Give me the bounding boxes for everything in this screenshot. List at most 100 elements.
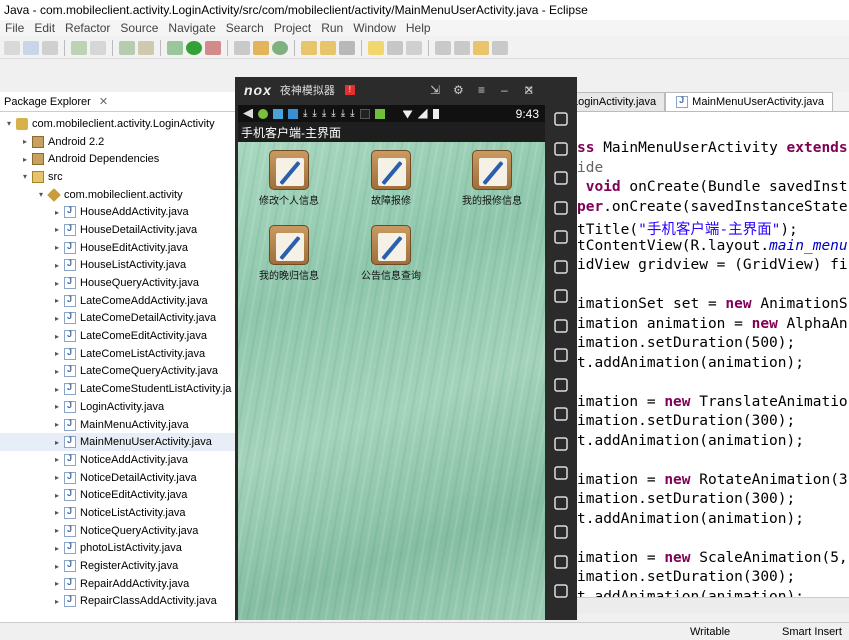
screenshot-icon[interactable] [553,406,569,421]
tree-item[interactable]: ▸ HouseEditActivity.java [0,239,235,257]
tree-item[interactable]: ▸ RepairAddActivity.java [0,575,235,593]
code-editor[interactable]: ss MainMenuUserActivity extends ide void … [545,112,849,597]
menu-file[interactable]: File [0,21,29,35]
tree-item[interactable]: ▸ LateComeEditActivity.java [0,327,235,345]
expand-toggle-icon[interactable]: ▸ [52,367,62,376]
back-icon[interactable] [553,524,569,539]
expand-toggle-icon[interactable]: ▸ [52,225,62,234]
menu-dots-icon[interactable] [553,111,569,126]
expand-toggle-icon[interactable]: ▾ [36,190,46,199]
expand-toggle-icon[interactable]: ▸ [52,420,62,429]
show-whitespace-icon[interactable] [387,40,403,55]
grid-item-repair-report[interactable]: 故障报修 [341,150,441,207]
expand-toggle-icon[interactable]: ▸ [52,208,62,217]
alert-badge-icon[interactable]: ! [344,85,355,95]
editor-tab[interactable]: MainMenuUserActivity.java [665,92,834,111]
scissors-icon[interactable] [553,200,569,215]
home-icon[interactable] [553,554,569,569]
volume-up-icon[interactable] [553,318,569,333]
expand-toggle-icon[interactable]: ▸ [52,402,62,411]
minimize-icon[interactable]: – [501,83,508,97]
tree-item[interactable]: ▸ NoticeListActivity.java [0,504,235,522]
expand-toggle-icon[interactable]: ▸ [52,562,62,571]
expand-toggle-icon[interactable]: ▸ [52,332,62,341]
expand-toggle-icon[interactable]: ▸ [52,491,62,500]
tree-item[interactable]: ▸ LateComeListActivity.java [0,345,235,363]
phone-shake-icon[interactable] [553,141,569,156]
expand-toggle-icon[interactable]: ▸ [52,314,62,323]
expand-toggle-icon[interactable]: ▸ [20,137,30,146]
menu-navigate[interactable]: Navigate [163,21,220,35]
tree-item[interactable]: ▾ com.mobileclient.activity.LoginActivity [0,115,235,133]
menu-run[interactable]: Run [316,21,348,35]
tree-item[interactable]: ▸ HouseQueryActivity.java [0,274,235,292]
tree-item[interactable]: ▸ HouseListActivity.java [0,257,235,275]
tree-item[interactable]: ▸ LoginActivity.java [0,398,235,416]
open-type-icon[interactable] [301,40,317,55]
close-icon[interactable]: ✕ [524,83,534,97]
expand-toggle-icon[interactable]: ▸ [20,155,30,164]
tree-item[interactable]: ▸ NoticeEditActivity.java [0,486,235,504]
debug-icon[interactable] [167,40,183,55]
new-class-icon[interactable] [253,40,269,55]
tree-item[interactable]: ▸ NoticeQueryActivity.java [0,522,235,540]
next-annotation-icon[interactable] [435,40,451,55]
tree-item[interactable]: ▸ LateComeAddActivity.java [0,292,235,310]
tree-item[interactable]: ▸ Android Dependencies [0,150,235,168]
expand-toggle-icon[interactable]: ▸ [52,526,62,535]
prev-annotation-icon[interactable] [454,40,470,55]
expand-toggle-icon[interactable]: ▸ [52,597,62,606]
expand-toggle-icon[interactable]: ▸ [52,473,62,482]
run-icon[interactable] [186,40,202,55]
menu-window[interactable]: Window [348,21,401,35]
menu-source[interactable]: Source [115,21,163,35]
volume-down-icon[interactable] [553,347,569,362]
more-icon[interactable] [553,495,569,510]
grid-item-late-return[interactable]: 我的晚归信息 [239,225,339,282]
tree-item[interactable]: ▸ Android 2.2 [0,133,235,151]
expand-toggle-icon[interactable]: ▾ [4,119,14,128]
link-icon[interactable] [234,40,250,55]
expand-toggle-icon[interactable]: ▸ [52,579,62,588]
build-icon[interactable] [71,40,87,55]
expand-toggle-icon[interactable]: ▸ [52,261,62,270]
checklist-icon[interactable] [119,40,135,55]
tree-item[interactable]: ▸ RepairClassAddActivity.java [0,593,235,611]
expand-toggle-icon[interactable]: ▾ [20,172,30,181]
block-select-icon[interactable] [406,40,422,55]
tree-item[interactable]: ▸ MainMenuActivity.java [0,416,235,434]
multi-instance-icon[interactable] [553,465,569,480]
menu-refactor[interactable]: Refactor [60,21,115,35]
apk-icon[interactable] [553,229,569,244]
menu-project[interactable]: Project [269,21,316,35]
expand-toggle-icon[interactable]: ▸ [52,455,62,464]
expand-toggle-icon[interactable]: ▸ [52,349,62,358]
search-icon[interactable] [339,40,355,55]
tree-item[interactable]: ▸ LateComeStudentListActivity.ja [0,380,235,398]
screen-icon[interactable] [553,259,569,274]
external-tools-icon[interactable] [205,40,221,55]
package-explorer-tab[interactable]: Package Explorer ✕ [0,92,235,112]
menu-edit[interactable]: Edit [29,21,60,35]
back-nav-icon[interactable] [473,40,489,55]
expand-toggle-icon[interactable]: ▸ [52,385,62,394]
settings-gear-icon[interactable]: ⚙ [453,83,464,97]
recent-apps-icon[interactable] [553,583,569,598]
task-icon[interactable] [138,40,154,55]
tree-item[interactable]: ▸ HouseDetailActivity.java [0,221,235,239]
tree-item[interactable]: ▾ com.mobileclient.activity [0,186,235,204]
tree-item[interactable]: ▸ MainMenuUserActivity.java [0,433,235,452]
forward-nav-icon[interactable] [492,40,508,55]
menu-search[interactable]: Search [221,21,269,35]
pin-icon[interactable]: ⇲ [430,83,440,97]
grid-item-my-repairs[interactable]: 我的报修信息 [442,150,542,207]
print-icon[interactable] [90,40,106,55]
tree-item[interactable]: ▸ LateComeQueryActivity.java [0,363,235,381]
menu-help[interactable]: Help [401,21,436,35]
tree-item[interactable]: ▸ LateComeDetailActivity.java [0,310,235,328]
open-resource-icon[interactable] [320,40,336,55]
expand-toggle-icon[interactable]: ▸ [52,243,62,252]
grid-item-edit-profile[interactable]: 修改个人信息 [239,150,339,207]
expand-toggle-icon[interactable]: ▸ [52,296,62,305]
expand-toggle-icon[interactable]: ▸ [52,508,62,517]
